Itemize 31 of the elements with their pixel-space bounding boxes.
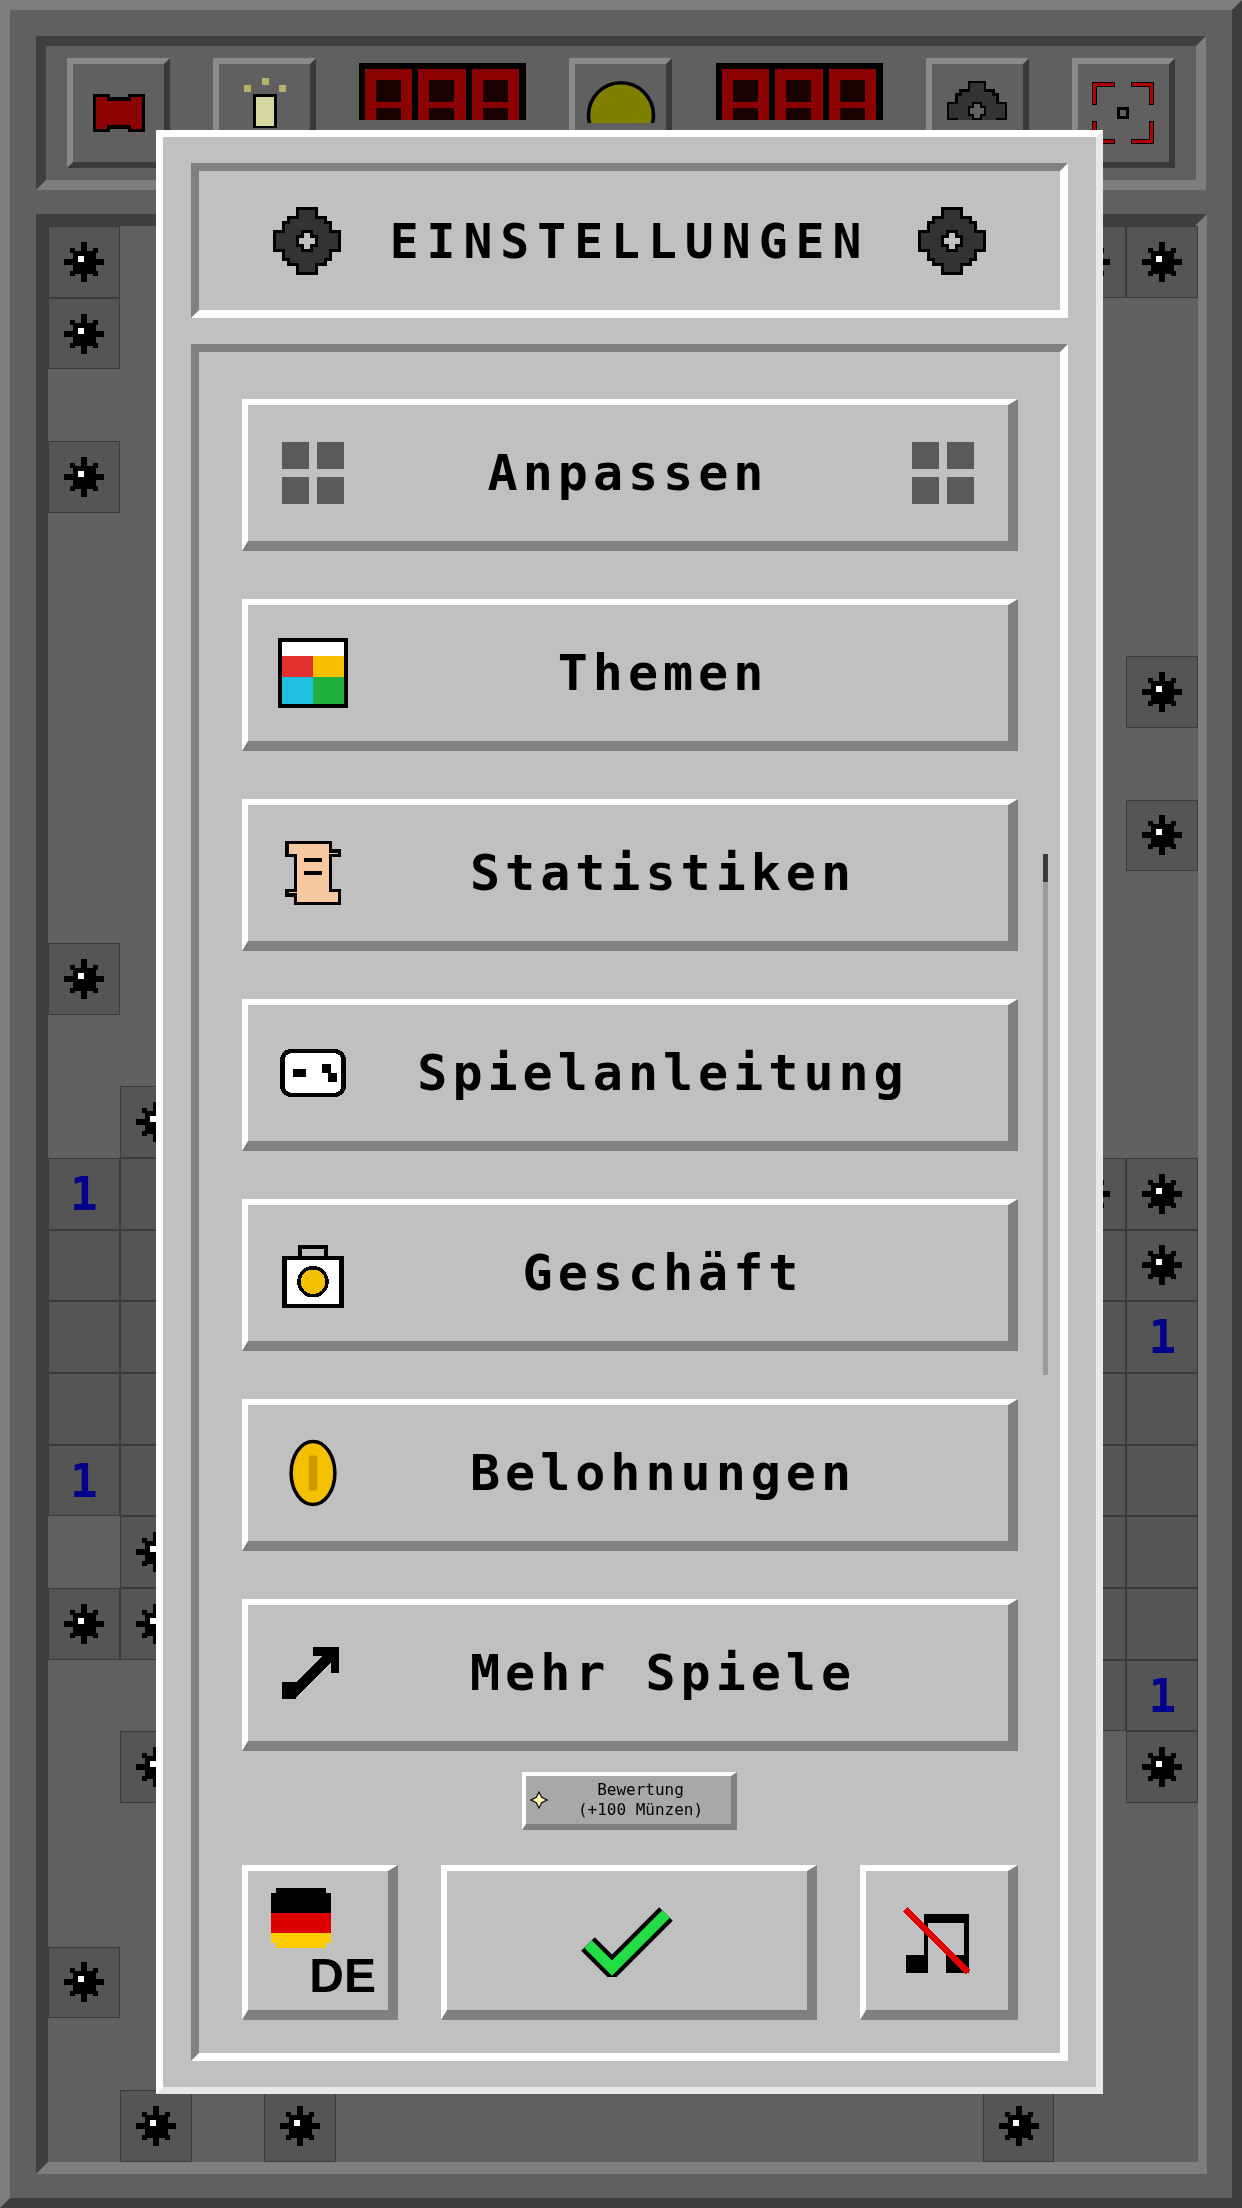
confirm-button[interactable] bbox=[441, 1865, 817, 2020]
round-face-icon bbox=[585, 80, 656, 123]
covered-tile[interactable] bbox=[48, 2089, 120, 2162]
covered-tile[interactable] bbox=[48, 1516, 120, 1589]
menu-button[interactable]: Themen bbox=[242, 599, 1018, 751]
rating-title: Bewertung bbox=[597, 1780, 684, 1800]
mine-count: 1 bbox=[70, 1457, 98, 1504]
mine-count: 1 bbox=[70, 1170, 98, 1217]
mine-count: 1 bbox=[1148, 1314, 1177, 1361]
menu-button[interactable]: Anpassen bbox=[242, 399, 1018, 551]
menu-button[interactable]: Mehr Spiele bbox=[242, 1599, 1018, 1751]
checkmark-icon bbox=[579, 1904, 675, 1977]
sparkle-icon bbox=[530, 1791, 548, 1809]
covered-tile[interactable] bbox=[1054, 2089, 1127, 2162]
rating-reward: (+100 Münzen) bbox=[577, 1800, 704, 1820]
covered-tile[interactable] bbox=[1126, 727, 1199, 800]
menu-button[interactable]: Spielanleitung bbox=[242, 999, 1018, 1151]
language-button[interactable]: DE bbox=[242, 1865, 398, 2020]
menu-button[interactable]: Geschäft bbox=[242, 1199, 1018, 1351]
palette-window-icon bbox=[278, 638, 348, 708]
sound-button[interactable] bbox=[860, 1865, 1018, 2020]
flag-button[interactable] bbox=[67, 58, 170, 168]
menu-button[interactable]: Belohnungen bbox=[242, 1399, 1018, 1551]
covered-tile[interactable] bbox=[48, 1086, 120, 1158]
dialog-title: EINSTELLUNGEN bbox=[389, 211, 870, 271]
rating-button[interactable]: Bewertung (+100 Münzen) bbox=[522, 1772, 737, 1830]
flag-icon bbox=[90, 92, 147, 134]
muted-music-icon bbox=[901, 1904, 973, 1977]
covered-tile[interactable] bbox=[48, 369, 120, 442]
mine-count: 1 bbox=[1148, 1672, 1177, 1719]
menu-button[interactable]: Statistiken bbox=[242, 799, 1018, 951]
